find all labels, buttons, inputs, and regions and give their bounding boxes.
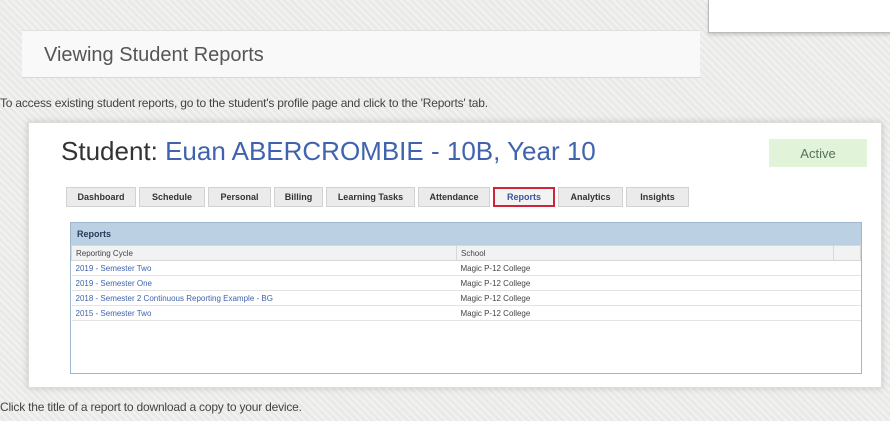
column-header-reporting-cycle: Reporting Cycle [71, 245, 457, 261]
school-cell: Magic P-12 College [456, 260, 834, 276]
tab-attendance[interactable]: Attendance [418, 187, 490, 207]
empty-cell [833, 275, 861, 291]
tab-personal[interactable]: Personal [208, 187, 271, 207]
student-profile-screenshot: Student: Euan ABERCROMBIE - 10B, Year 10… [28, 122, 882, 388]
table-row: 2018 - Semester 2 Continuous Reporting E… [71, 290, 861, 306]
tab-dashboard[interactable]: Dashboard [66, 187, 136, 207]
intro-text: To access existing student reports, go t… [0, 96, 488, 110]
reports-table: Reporting Cycle School 2019 - Semester T… [71, 245, 861, 321]
school-cell: Magic P-12 College [456, 305, 834, 321]
empty-cell [833, 305, 861, 321]
student-name: Euan ABERCROMBIE - 10B, Year 10 [165, 136, 596, 166]
tab-schedule[interactable]: Schedule [139, 187, 205, 207]
section-title: Viewing Student Reports [44, 44, 264, 66]
tab-billing[interactable]: Billing [274, 187, 323, 207]
table-header-row: Reporting Cycle School [71, 245, 861, 261]
section-header: Viewing Student Reports [22, 30, 700, 78]
tab-analytics[interactable]: Analytics [558, 187, 623, 207]
tab-reports[interactable]: Reports [493, 187, 555, 207]
status-badge: Active [769, 139, 867, 167]
column-header-school: School [456, 245, 834, 261]
empty-cell [833, 290, 861, 306]
student-label: Student: [61, 136, 158, 166]
empty-cell [833, 260, 861, 276]
top-right-panel [708, 0, 890, 33]
table-row: 2019 - Semester One Magic P-12 College [71, 275, 861, 291]
column-header-extra [833, 245, 861, 261]
report-link[interactable]: 2019 - Semester One [71, 275, 457, 291]
reports-panel: Reports Reporting Cycle School 2019 - Se… [70, 222, 862, 374]
report-link[interactable]: 2015 - Semester Two [71, 305, 457, 321]
tab-insights[interactable]: Insights [626, 187, 689, 207]
profile-tabs: Dashboard Schedule Personal Billing Lear… [66, 187, 689, 207]
report-link[interactable]: 2019 - Semester Two [71, 260, 457, 276]
reports-panel-title: Reports [71, 223, 861, 245]
school-cell: Magic P-12 College [456, 290, 834, 306]
table-row: 2015 - Semester Two Magic P-12 College [71, 305, 861, 321]
table-row: 2019 - Semester Two Magic P-12 College [71, 260, 861, 276]
report-link[interactable]: 2018 - Semester 2 Continuous Reporting E… [71, 290, 457, 306]
tab-learning-tasks[interactable]: Learning Tasks [326, 187, 415, 207]
outro-text: Click the title of a report to download … [0, 400, 302, 414]
student-heading: Student: Euan ABERCROMBIE - 10B, Year 10 [61, 136, 596, 167]
school-cell: Magic P-12 College [456, 275, 834, 291]
